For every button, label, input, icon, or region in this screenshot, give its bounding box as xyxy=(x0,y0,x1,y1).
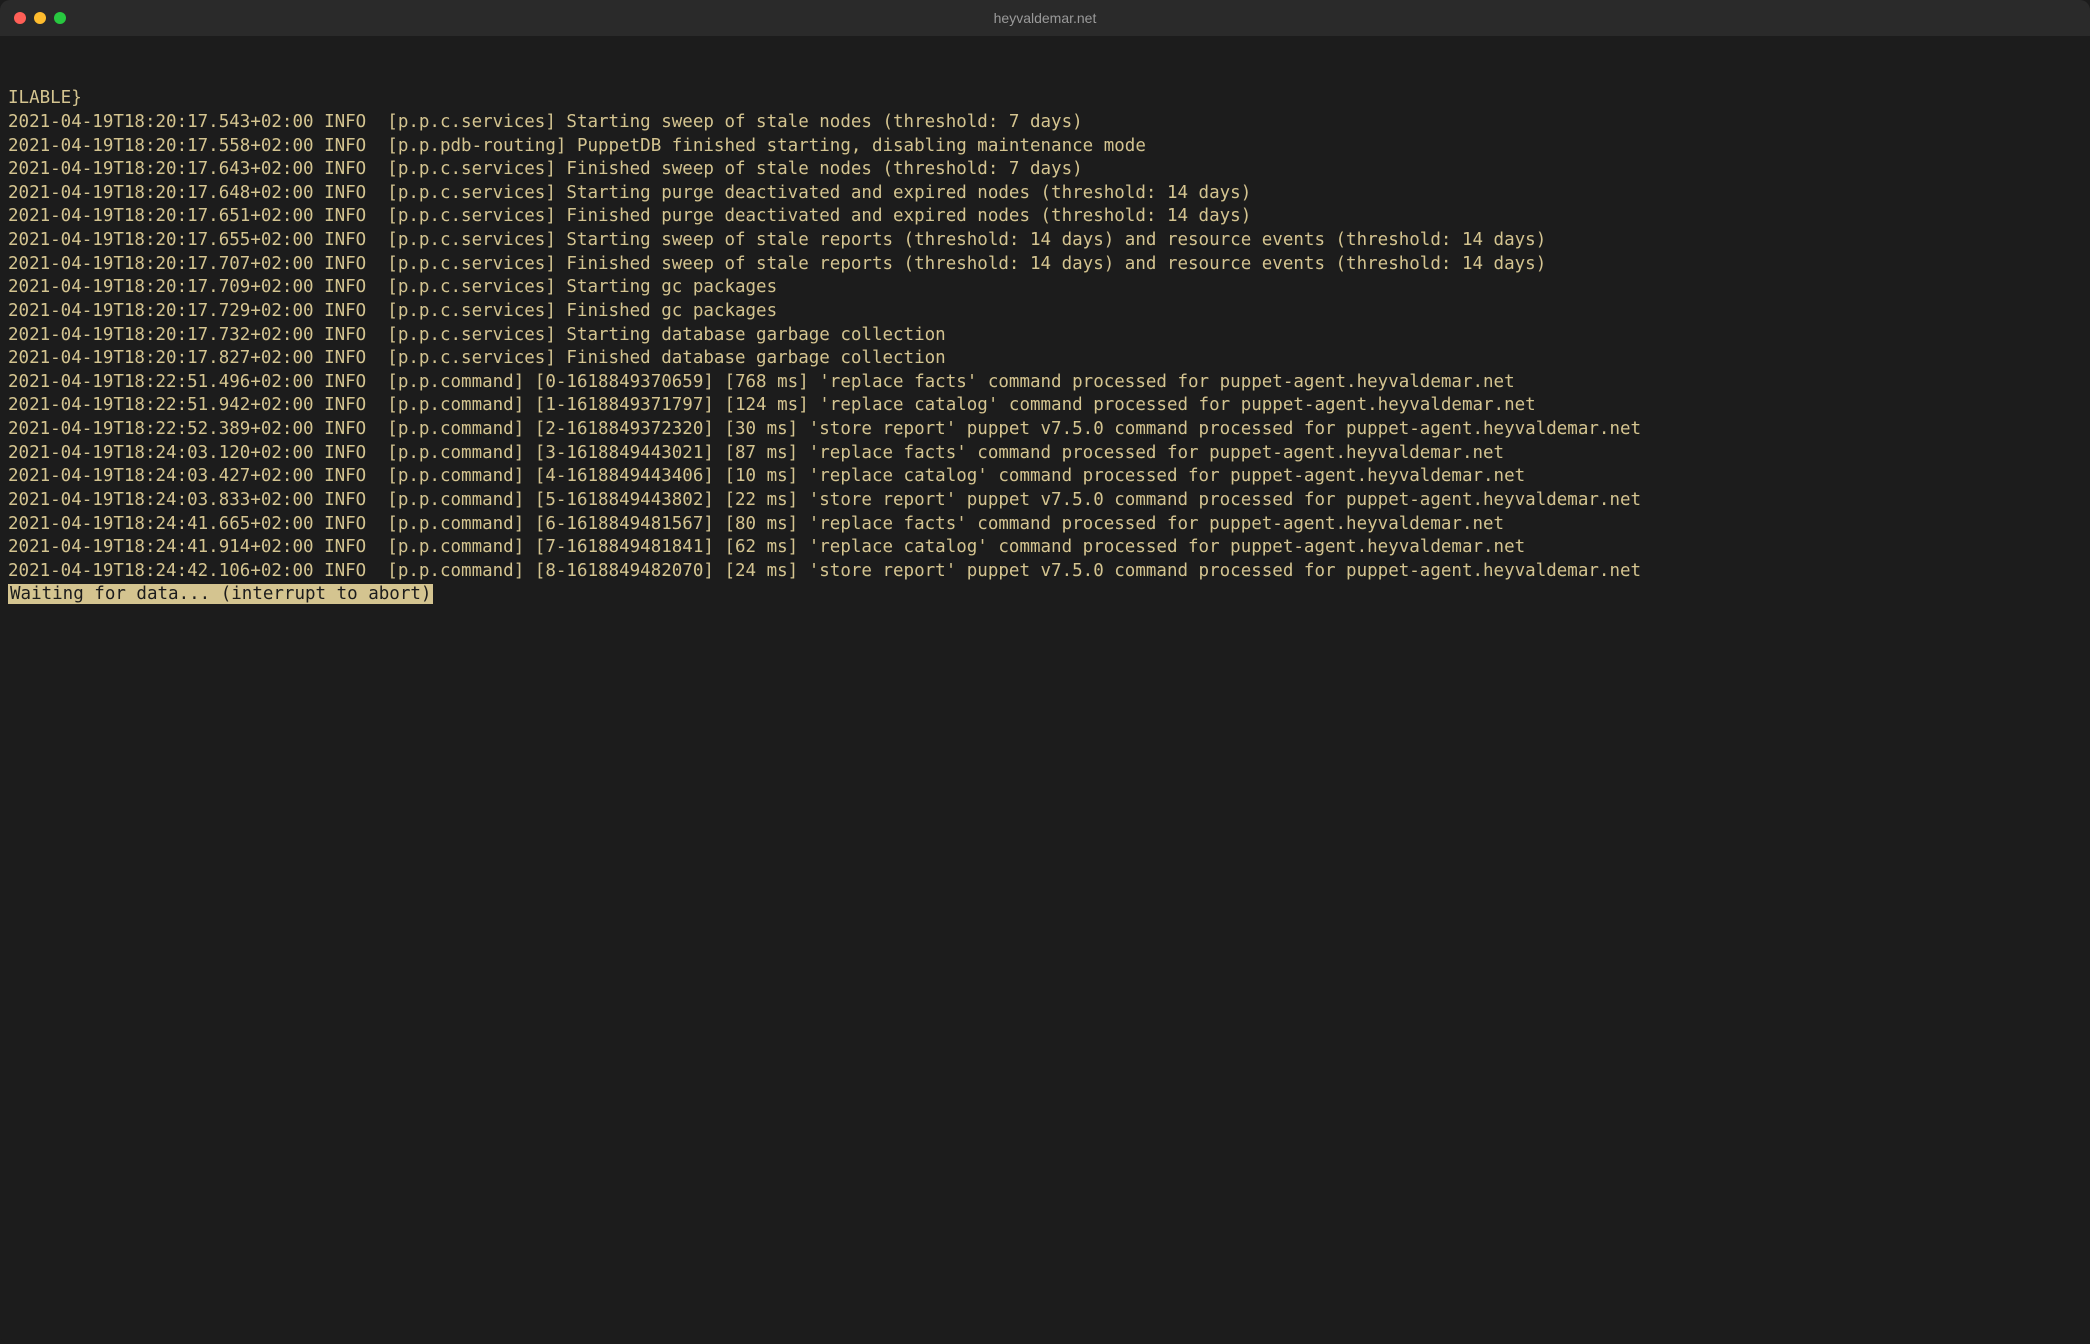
close-icon[interactable] xyxy=(14,12,26,24)
traffic-lights xyxy=(14,12,66,24)
log-line-fragment: ILABLE} xyxy=(8,87,2082,111)
log-line: 2021-04-19T18:20:17.827+02:00 INFO [p.p.… xyxy=(8,347,2082,371)
log-line: 2021-04-19T18:24:03.427+02:00 INFO [p.p.… xyxy=(8,465,2082,489)
titlebar: heyvaldemar.net xyxy=(0,0,2090,36)
log-line: 2021-04-19T18:20:17.648+02:00 INFO [p.p.… xyxy=(8,182,2082,206)
log-line: 2021-04-19T18:20:17.729+02:00 INFO [p.p.… xyxy=(8,300,2082,324)
log-line: 2021-04-19T18:20:17.709+02:00 INFO [p.p.… xyxy=(8,276,2082,300)
log-line: 2021-04-19T18:22:51.496+02:00 INFO [p.p.… xyxy=(8,371,2082,395)
window-title: heyvaldemar.net xyxy=(14,9,2076,28)
log-line: 2021-04-19T18:22:52.389+02:00 INFO [p.p.… xyxy=(8,418,2082,442)
terminal-body[interactable]: ILABLE}2021-04-19T18:20:17.543+02:00 INF… xyxy=(0,36,2090,1344)
log-line: 2021-04-19T18:20:17.707+02:00 INFO [p.p.… xyxy=(8,253,2082,277)
log-line: 2021-04-19T18:20:17.643+02:00 INFO [p.p.… xyxy=(8,158,2082,182)
log-line: 2021-04-19T18:22:51.942+02:00 INFO [p.p.… xyxy=(8,394,2082,418)
log-line: 2021-04-19T18:24:41.914+02:00 INFO [p.p.… xyxy=(8,536,2082,560)
log-line: 2021-04-19T18:20:17.651+02:00 INFO [p.p.… xyxy=(8,205,2082,229)
log-line: 2021-04-19T18:20:17.543+02:00 INFO [p.p.… xyxy=(8,111,2082,135)
terminal-window: heyvaldemar.net ILABLE}2021-04-19T18:20:… xyxy=(0,0,2090,1344)
status-line: Waiting for data... (interrupt to abort) xyxy=(8,584,433,604)
log-line: 2021-04-19T18:24:41.665+02:00 INFO [p.p.… xyxy=(8,513,2082,537)
minimize-icon[interactable] xyxy=(34,12,46,24)
log-line: 2021-04-19T18:24:42.106+02:00 INFO [p.p.… xyxy=(8,560,2082,584)
log-line: 2021-04-19T18:20:17.558+02:00 INFO [p.p.… xyxy=(8,135,2082,159)
log-line: 2021-04-19T18:20:17.655+02:00 INFO [p.p.… xyxy=(8,229,2082,253)
maximize-icon[interactable] xyxy=(54,12,66,24)
log-line: 2021-04-19T18:20:17.732+02:00 INFO [p.p.… xyxy=(8,324,2082,348)
log-line: 2021-04-19T18:24:03.120+02:00 INFO [p.p.… xyxy=(8,442,2082,466)
log-line: 2021-04-19T18:24:03.833+02:00 INFO [p.p.… xyxy=(8,489,2082,513)
